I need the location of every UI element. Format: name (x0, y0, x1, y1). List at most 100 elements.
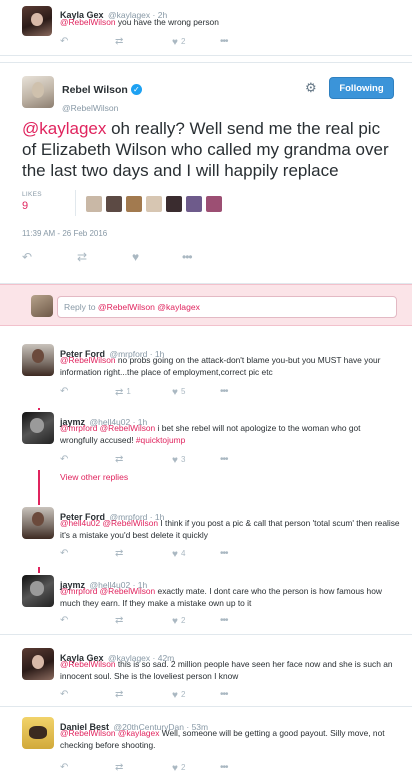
tweet-actions: ↶ ⇄ ♥ 2 ••• (60, 36, 360, 48)
liker-avatar[interactable] (126, 196, 142, 212)
reply-tweet[interactable]: Daniel Best @20thCenturyDan · 53m @Rebel… (0, 713, 412, 780)
likes-label: LIKES (22, 191, 42, 198)
reply-icon[interactable]: ↶ (60, 548, 68, 560)
retweet-icon[interactable]: ⇄ (115, 36, 123, 48)
retweet-icon[interactable]: ⇄ 1 (115, 386, 131, 399)
reply-prefix: Reply to (64, 302, 98, 312)
tweet-body: you have the wrong person (115, 17, 219, 27)
retweet-icon[interactable]: ⇄ (77, 251, 87, 263)
like-count: 3 (180, 455, 186, 464)
mention-link[interactable]: @RebelWilson (60, 17, 116, 27)
avatar[interactable] (22, 412, 54, 444)
author-handle[interactable]: @RebelWilson (62, 103, 118, 113)
mention-link[interactable]: @mrpford @RebelWilson (60, 586, 155, 596)
mention-link[interactable]: @RebelWilson (60, 355, 116, 365)
retweet-icon[interactable]: ⇄ (115, 689, 123, 701)
tweet-actions: ↶ ⇄ ♥ 2 ••• (60, 762, 360, 774)
mention-link[interactable]: @RebelWilson (60, 659, 116, 669)
heart-icon[interactable]: ♥ 3 (172, 454, 185, 467)
tweet-actions: ↶ ⇄ ♥ 3 ••• (60, 454, 360, 466)
like-count: 5 (180, 387, 186, 396)
reply-icon[interactable]: ↶ (22, 251, 32, 263)
like-count: 4 (180, 549, 186, 558)
mention-link: @RebelWilson (97, 302, 155, 312)
heart-icon[interactable]: ♥ 2 (172, 762, 185, 775)
retweet-icon[interactable]: ⇄ (115, 615, 123, 627)
liker-avatar[interactable] (106, 196, 122, 212)
following-button[interactable]: Following (329, 77, 394, 99)
tweet-text: @RebelWilson @kaylagex Well, someone wil… (60, 727, 400, 751)
reply-icon[interactable]: ↶ (60, 615, 68, 627)
avatar[interactable] (22, 507, 54, 539)
retweet-icon[interactable]: ⇄ (115, 762, 123, 774)
more-icon[interactable]: ••• (220, 454, 228, 466)
like-count: 2 (180, 690, 186, 699)
mention-link[interactable]: @kaylagex (22, 119, 106, 138)
more-icon[interactable]: ••• (220, 615, 228, 627)
reply-tweet[interactable]: Peter Ford @mrpford · 1h @RebelWilson no… (0, 340, 412, 408)
like-count: 2 (180, 37, 186, 46)
liker-avatar[interactable] (86, 196, 102, 212)
reply-icon[interactable]: ↶ (60, 762, 68, 774)
like-count: 2 (180, 616, 186, 625)
liker-avatar[interactable] (186, 196, 202, 212)
main-tweet-text: @kaylagex oh really? Well send me the re… (22, 118, 397, 181)
liker-avatar[interactable] (206, 196, 222, 212)
avatar[interactable] (22, 717, 54, 749)
reply-tweet[interactable]: Kayla Gex @kaylagex · 42m @RebelWilson t… (0, 644, 412, 707)
tweet-text: @mrpford @RebelWilson i bet she rebel wi… (60, 422, 400, 446)
reply-icon[interactable]: ↶ (60, 454, 68, 466)
tweet-text: @RebelWilson this is so sad. 2 million p… (60, 658, 400, 682)
reply-tweet[interactable]: jaymz @hell4u02 · 1h @mrpford @RebelWils… (0, 410, 412, 470)
more-icon[interactable]: ••• (182, 251, 193, 263)
divider (75, 190, 76, 216)
avatar[interactable] (22, 344, 54, 376)
retweet-icon[interactable]: ⇄ (115, 548, 123, 560)
author-name[interactable]: Rebel Wilson (62, 84, 128, 96)
reply-icon[interactable]: ↶ (60, 36, 68, 48)
retweet-icon[interactable]: ⇄ (115, 454, 123, 466)
reply-tweet[interactable]: Peter Ford @mrpford · 1h @hell4u02 @Rebe… (0, 505, 412, 567)
more-icon[interactable]: ••• (220, 386, 228, 398)
heart-icon[interactable]: ♥ 5 (172, 386, 185, 399)
liker-avatar[interactable] (166, 196, 182, 212)
reply-icon[interactable]: ↶ (60, 689, 68, 701)
hashtag-link[interactable]: #quicktojump (136, 435, 185, 445)
reply-input[interactable]: Reply to @RebelWilson @kaylagex (57, 296, 397, 318)
mention-link[interactable]: @RebelWilson @kaylagex (60, 728, 159, 738)
heart-icon[interactable]: ♥ 2 (172, 36, 185, 49)
heart-icon[interactable]: ♥ 2 (172, 615, 185, 628)
avatar (31, 295, 53, 317)
tweet-timestamp[interactable]: 11:39 AM - 26 Feb 2016 (22, 229, 107, 238)
reply-composer: Reply to @RebelWilson @kaylagex (0, 284, 412, 326)
heart-icon[interactable]: ♥ 2 (172, 689, 185, 702)
tweet-actions: ↶ ⇄ 1 ♥ 5 ••• (60, 386, 360, 398)
tweet-header: Rebel Wilson ✓ @RebelWilson (62, 80, 142, 116)
likes-count: 9 (22, 200, 29, 212)
avatar[interactable] (22, 6, 52, 36)
reply-icon[interactable]: ↶ (60, 386, 68, 398)
tweet-actions: ↶ ⇄ ♥ ••• (22, 251, 322, 263)
tweet-text: @RebelWilson no probs going on the attac… (60, 354, 400, 378)
retweet-count: 1 (126, 387, 131, 396)
avatar[interactable] (22, 76, 54, 108)
view-other-replies-link[interactable]: View other replies (60, 472, 128, 482)
avatar[interactable] (22, 575, 54, 607)
more-icon[interactable]: ••• (220, 36, 228, 48)
heart-icon[interactable]: ♥ (132, 251, 139, 263)
like-count: 2 (180, 763, 186, 772)
likes-stat[interactable]: LIKES 9 (22, 191, 42, 212)
avatar[interactable] (22, 648, 54, 680)
tweet-kayla-top[interactable]: Kayla Gex @kaylagex · 2h @RebelWilson yo… (0, 0, 412, 56)
liker-avatar[interactable] (146, 196, 162, 212)
heart-icon[interactable]: ♥ 4 (172, 548, 185, 561)
more-icon[interactable]: ••• (220, 548, 228, 560)
gear-icon[interactable]: ⚙ (305, 81, 317, 95)
tweet-actions: ↶ ⇄ ♥ 2 ••• (60, 689, 360, 701)
mention-link[interactable]: @hell4u02 @RebelWilson (60, 518, 158, 528)
tweet-text: @mrpford @RebelWilson exactly mate. I do… (60, 585, 400, 609)
more-icon[interactable]: ••• (220, 689, 228, 701)
mention-link[interactable]: @mrpford @RebelWilson (60, 423, 155, 433)
reply-tweet[interactable]: jaymz @hell4u02 · 1h @mrpford @RebelWils… (0, 573, 412, 635)
more-icon[interactable]: ••• (220, 762, 228, 774)
